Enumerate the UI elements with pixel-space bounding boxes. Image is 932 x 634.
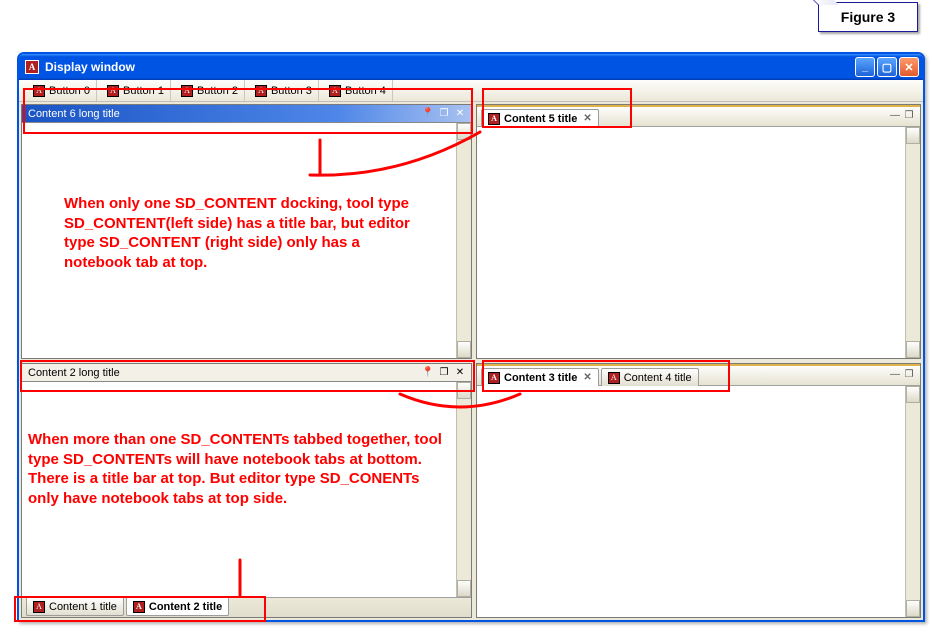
client-area: Content 6 long title 📍 ❐ ✕ A Content 5 t… bbox=[19, 102, 923, 620]
notebook-tab[interactable]: A Content 2 title bbox=[126, 598, 229, 616]
toolbar-button-label: Button 0 bbox=[49, 85, 90, 97]
tab-label: Content 2 title bbox=[149, 601, 222, 613]
notebook-tabs-top: A Content 5 title ✕ bbox=[481, 109, 599, 127]
toolbar: A Button 0 A Button 1 A Button 2 A Butto… bbox=[19, 80, 923, 102]
maximize-button[interactable]: ▢ bbox=[877, 57, 897, 77]
tool-icon: A bbox=[329, 85, 341, 97]
toolbar-button-label: Button 4 bbox=[345, 85, 386, 97]
notebook-tab[interactable]: A Content 5 title ✕ bbox=[481, 109, 599, 127]
pane-body bbox=[477, 386, 920, 617]
window-title: Display window bbox=[45, 60, 135, 74]
tab-label: Content 1 title bbox=[49, 601, 117, 613]
tool-icon: A bbox=[33, 85, 45, 97]
window-titlebar[interactable]: A Display window _ ▢ ✕ bbox=[19, 54, 923, 80]
tool-title-text: Content 2 long title bbox=[28, 367, 120, 379]
pane-bottom-right: A Content 3 title ✕ A Content 4 title — … bbox=[476, 363, 921, 618]
tool-titlebar[interactable]: Content 2 long title 📍 ❐ ✕ bbox=[22, 364, 471, 382]
tool-icon: A bbox=[107, 85, 119, 97]
tool-title-text: Content 6 long title bbox=[28, 108, 120, 120]
editor-head: A Content 5 title ✕ — ❐ bbox=[477, 105, 920, 127]
pane-top-left: Content 6 long title 📍 ❐ ✕ bbox=[21, 104, 472, 359]
toolbar-button-label: Button 1 bbox=[123, 85, 164, 97]
tool-icon: A bbox=[255, 85, 267, 97]
tab-icon: A bbox=[608, 372, 620, 384]
toolbar-button-3[interactable]: A Button 3 bbox=[249, 80, 319, 101]
minimize-icon: _ bbox=[862, 61, 868, 73]
vertical-scrollbar[interactable] bbox=[456, 382, 471, 597]
tab-label: Content 3 title bbox=[504, 372, 577, 384]
toolbar-button-2[interactable]: A Button 2 bbox=[175, 80, 245, 101]
vertical-scrollbar[interactable] bbox=[905, 386, 920, 617]
notebook-tab[interactable]: A Content 3 title ✕ bbox=[481, 368, 599, 386]
vertical-scrollbar[interactable] bbox=[905, 127, 920, 358]
pin-icon[interactable]: 📍 bbox=[421, 366, 435, 380]
main-window: A Display window _ ▢ ✕ A Button 0 A Butt… bbox=[17, 52, 925, 622]
figure-label-badge: Figure 3 bbox=[818, 2, 918, 32]
notebook-tab[interactable]: A Content 1 title bbox=[26, 598, 124, 616]
tab-icon: A bbox=[133, 601, 145, 613]
toolbar-button-label: Button 3 bbox=[271, 85, 312, 97]
notebook-tabs-top: A Content 3 title ✕ A Content 4 title bbox=[481, 368, 699, 386]
tab-icon: A bbox=[33, 601, 45, 613]
notebook-tabs-bottom: A Content 1 title A Content 2 title bbox=[22, 597, 471, 617]
close-button[interactable]: ✕ bbox=[899, 57, 919, 77]
toolbar-button-label: Button 2 bbox=[197, 85, 238, 97]
pane-top-right: A Content 5 title ✕ — ❐ bbox=[476, 104, 921, 359]
app-icon: A bbox=[25, 60, 39, 74]
tab-label: Content 4 title bbox=[624, 372, 692, 384]
close-icon: ✕ bbox=[904, 61, 913, 74]
pane-body bbox=[477, 127, 920, 358]
toolbar-button-4[interactable]: A Button 4 bbox=[323, 80, 393, 101]
editor-maximize-icon[interactable]: ❐ bbox=[902, 108, 916, 122]
toolbar-button-0[interactable]: A Button 0 bbox=[27, 80, 97, 101]
tool-titlebar[interactable]: Content 6 long title 📍 ❐ ✕ bbox=[22, 105, 471, 123]
tool-icon: A bbox=[181, 85, 193, 97]
pane-close-icon[interactable]: ✕ bbox=[453, 366, 467, 380]
pane-body bbox=[22, 123, 471, 358]
pin-icon[interactable]: 📍 bbox=[421, 107, 435, 121]
tab-icon: A bbox=[488, 113, 500, 125]
pane-close-icon[interactable]: ✕ bbox=[453, 107, 467, 121]
restore-icon[interactable]: ❐ bbox=[437, 366, 451, 380]
tab-label: Content 5 title bbox=[504, 113, 577, 125]
maximize-icon: ▢ bbox=[882, 61, 892, 74]
toolbar-button-1[interactable]: A Button 1 bbox=[101, 80, 171, 101]
vertical-scrollbar[interactable] bbox=[456, 123, 471, 358]
notebook-tab[interactable]: A Content 4 title bbox=[601, 368, 699, 386]
minimize-button[interactable]: _ bbox=[855, 57, 875, 77]
restore-icon[interactable]: ❐ bbox=[437, 107, 451, 121]
tab-icon: A bbox=[488, 372, 500, 384]
editor-head: A Content 3 title ✕ A Content 4 title — … bbox=[477, 364, 920, 386]
tab-close-icon[interactable]: ✕ bbox=[583, 113, 591, 124]
editor-minimize-icon[interactable]: — bbox=[888, 108, 902, 122]
tab-close-icon[interactable]: ✕ bbox=[583, 372, 591, 383]
editor-maximize-icon[interactable]: ❐ bbox=[902, 367, 916, 381]
figure-label-text: Figure 3 bbox=[841, 9, 895, 25]
editor-minimize-icon[interactable]: — bbox=[888, 367, 902, 381]
pane-body bbox=[22, 382, 471, 597]
pane-bottom-left: Content 2 long title 📍 ❐ ✕ A Content 1 t… bbox=[21, 363, 472, 618]
